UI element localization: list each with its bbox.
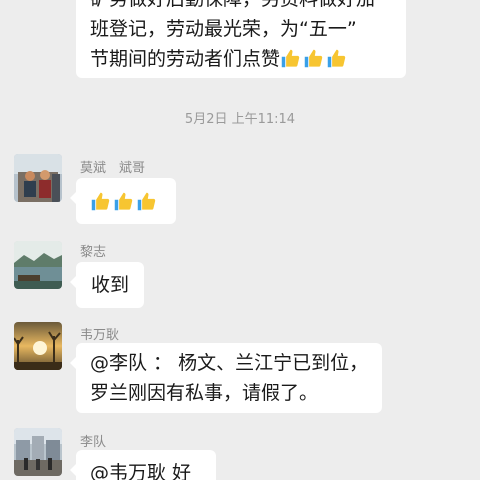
avatar[interactable]	[14, 154, 62, 202]
message-text: @韦万耿 好	[90, 462, 192, 480]
avatar[interactable]	[14, 241, 62, 289]
sender-name: 韦万耿	[80, 328, 120, 343]
avatar[interactable]	[14, 428, 62, 476]
message-bubble[interactable]	[70, 178, 176, 224]
thumbs-up-icon	[90, 191, 111, 212]
thumbs-up-icon	[280, 48, 301, 69]
message-bubble-top[interactable]: 矿务做好后勤保障，另资料做好加 班登记，劳动最光荣，为“五一” 节期间的劳动者们…	[76, 0, 406, 78]
message-text: 收到	[91, 274, 130, 296]
thumbs-up-icon	[113, 191, 134, 212]
sender-name: 李队	[80, 435, 107, 450]
message-text-line: 罗兰刚因有私事，请假了。	[90, 382, 319, 404]
thumbs-up-icon	[136, 191, 157, 212]
sender-name: 黎志	[80, 245, 107, 260]
message-timestamp: 5月2日 上午11:14	[184, 112, 296, 127]
message-text-line: 节期间的劳动者们点赞	[90, 44, 394, 74]
sender-name: 莫斌 斌哥	[80, 161, 146, 176]
message-bubble[interactable]: @韦万耿 好	[70, 450, 216, 480]
thumbs-up-icon	[303, 48, 324, 69]
message-text-line: 班登记，劳动最光荣，为“五一”	[90, 18, 357, 40]
message-bubble[interactable]: 收到	[70, 262, 144, 308]
message-text: 节期间的劳动者们点赞	[90, 48, 281, 70]
chat-message-list[interactable]: 矿务做好后勤保障，另资料做好加 班登记，劳动最光荣，为“五一” 节期间的劳动者们…	[0, 0, 480, 480]
message-bubble[interactable]: @李队 ： 杨文、兰江宁已到位， 罗兰刚因有私事，请假了。	[70, 343, 382, 413]
thumbs-up-icon	[326, 48, 347, 69]
message-text-line: @李队 ： 杨文、兰江宁已到位，	[90, 352, 369, 374]
avatar[interactable]	[14, 322, 62, 370]
message-text-line: 矿务做好后勤保障，另资料做好加	[90, 0, 394, 14]
